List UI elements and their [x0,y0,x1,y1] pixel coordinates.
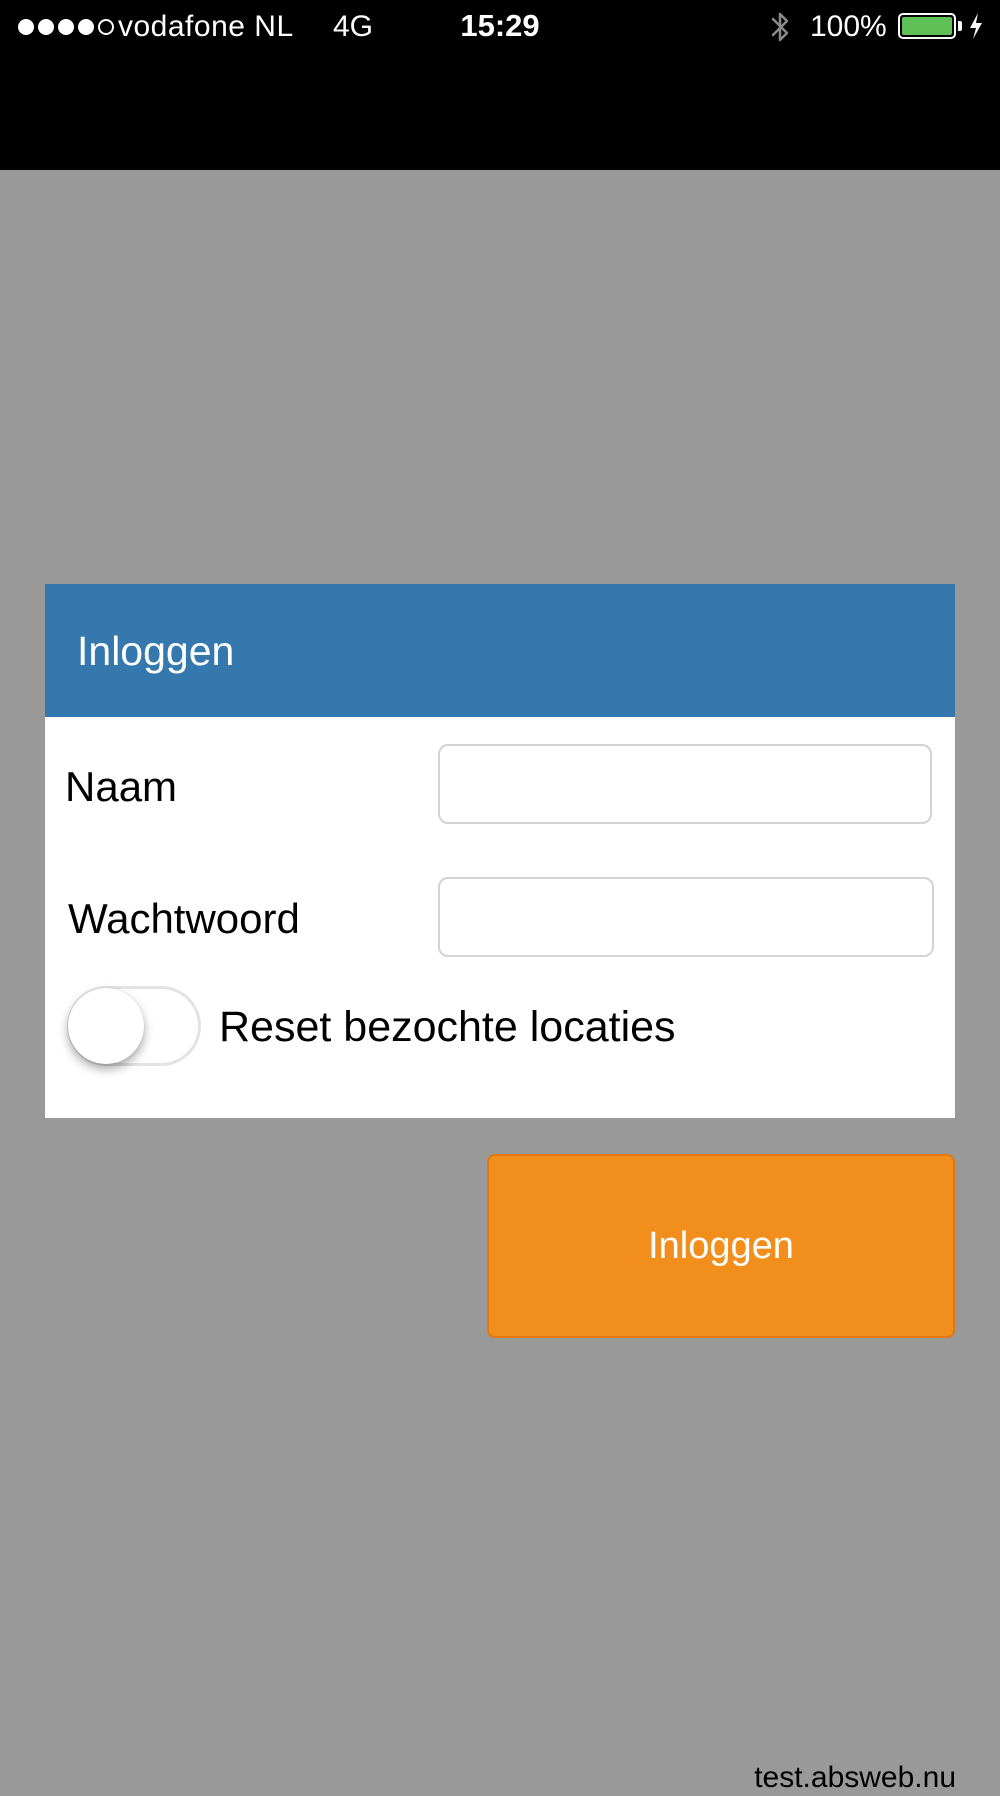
name-label: Naam [65,763,178,810]
reset-visited-locations-toggle[interactable] [67,986,201,1066]
password-input[interactable] [438,877,934,957]
battery-terminal [958,21,962,31]
login-panel-title: Inloggen [77,628,235,674]
reset-visited-locations-label: Reset bezochte locaties [219,1003,676,1051]
charging-bolt-icon [970,13,982,39]
name-input[interactable] [438,744,932,824]
status-row: vodafone NL 4G 15:29 100% [0,0,1000,52]
server-host-label: test.absweb.nu [754,1761,956,1794]
battery-icon [898,13,956,39]
toggle-knob [68,988,144,1064]
battery-percent: 100% [810,10,887,43]
status-bar: vodafone NL 4G 15:29 100% [0,0,1000,170]
password-label: Wachtwoord [68,895,300,942]
login-panel-header: Inloggen [45,584,955,717]
bluetooth-icon [771,12,789,42]
login-button[interactable]: Inloggen [487,1154,955,1338]
login-panel: Inloggen Naam Wachtwoord Reset bezochte … [45,584,955,1118]
battery-level-fill [902,17,952,35]
